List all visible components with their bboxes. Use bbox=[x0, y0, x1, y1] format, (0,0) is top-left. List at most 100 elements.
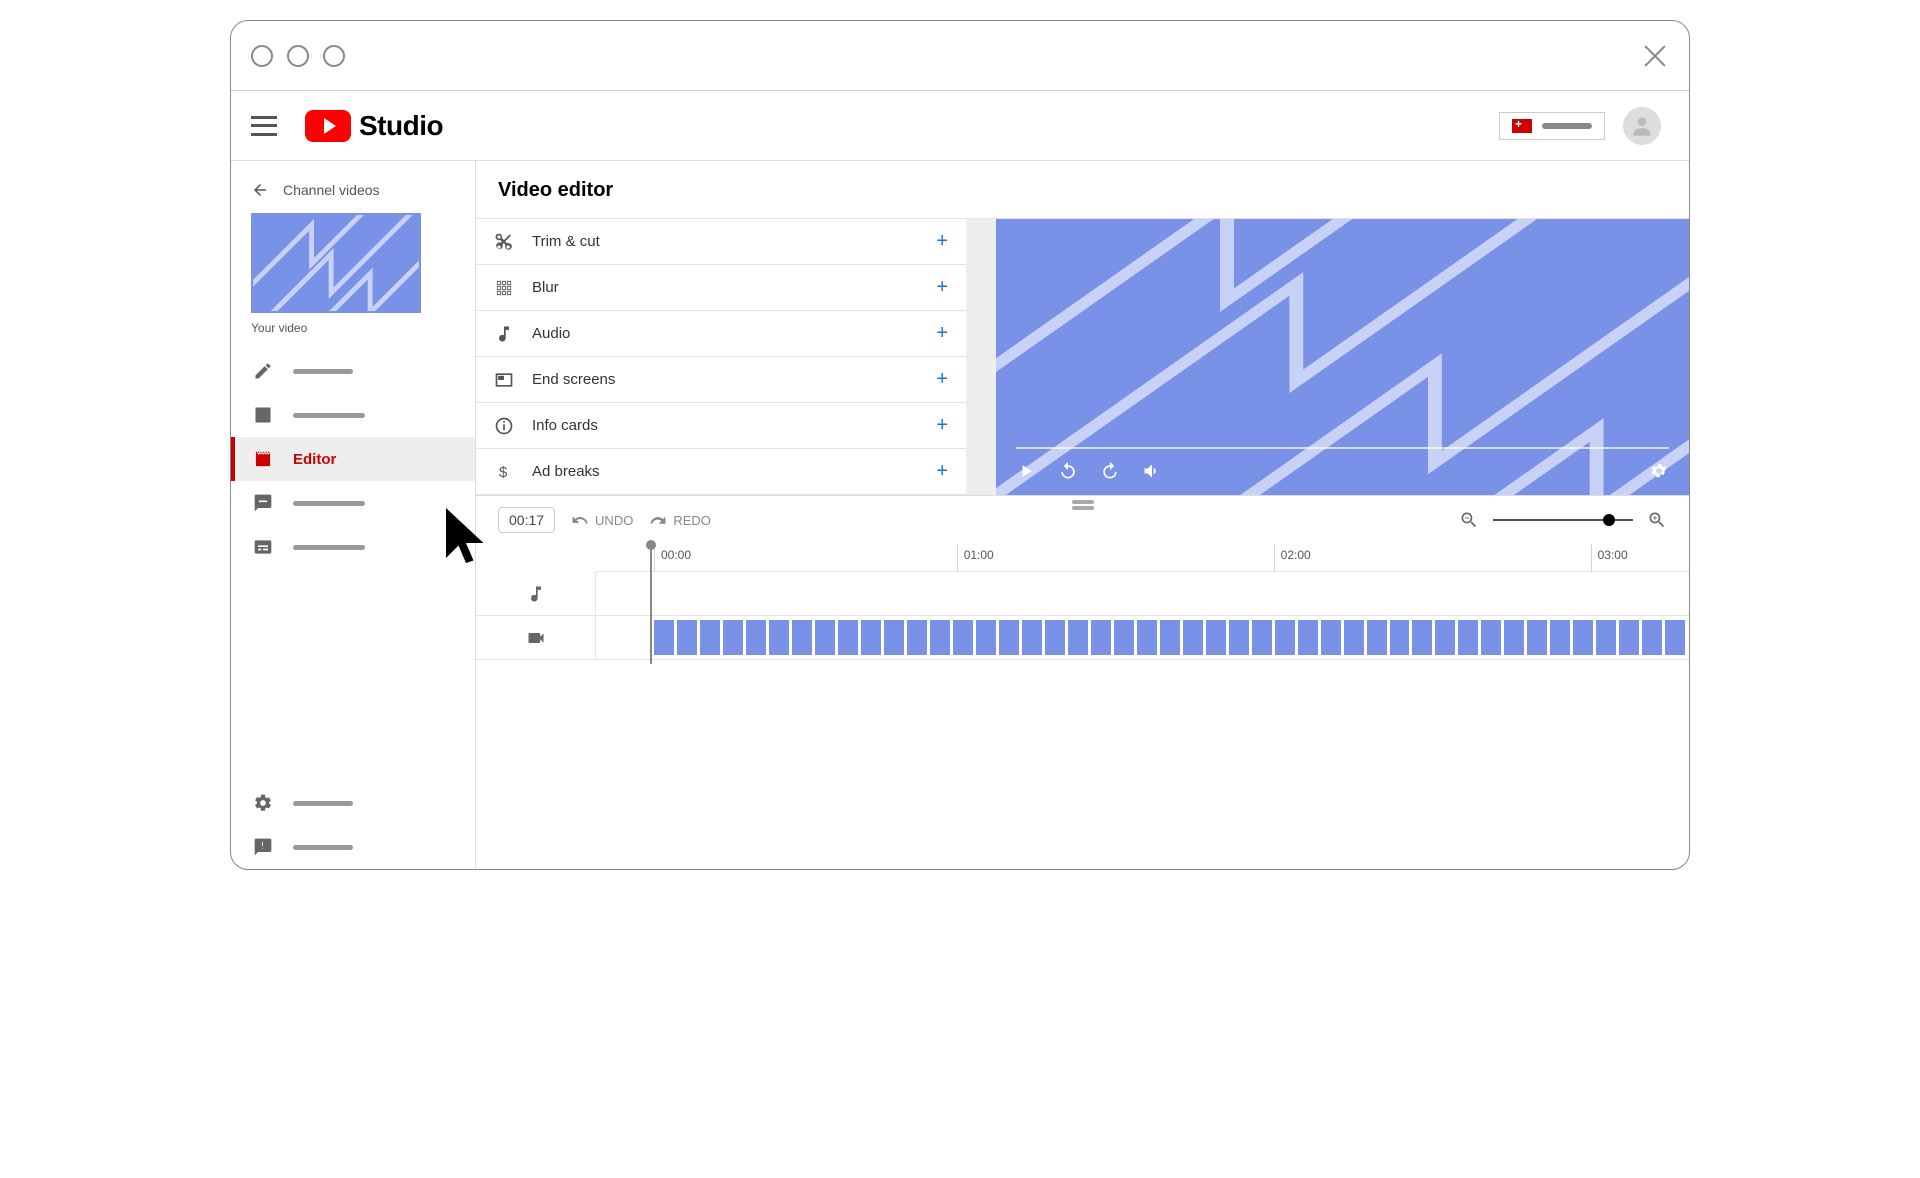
plus-icon[interactable]: + bbox=[936, 414, 948, 437]
sidebar-item-subtitles[interactable] bbox=[231, 525, 475, 569]
clip-segment[interactable] bbox=[1619, 620, 1639, 655]
clip-segment[interactable] bbox=[1665, 620, 1685, 655]
tool-info-cards[interactable]: Info cards + bbox=[476, 403, 966, 449]
create-button[interactable]: + bbox=[1499, 112, 1605, 140]
clip-segment[interactable] bbox=[1458, 620, 1478, 655]
menu-icon[interactable] bbox=[251, 116, 277, 136]
clip-segment[interactable] bbox=[815, 620, 835, 655]
sidebar-item-editor[interactable]: Editor bbox=[231, 437, 475, 481]
clip-segment[interactable] bbox=[907, 620, 927, 655]
back-to-channel-videos[interactable]: Channel videos bbox=[231, 175, 475, 213]
zoom-slider[interactable] bbox=[1493, 519, 1633, 521]
clip-segment[interactable] bbox=[746, 620, 766, 655]
clip-segment[interactable] bbox=[1045, 620, 1065, 655]
clip-segment[interactable] bbox=[976, 620, 996, 655]
sidebar-item-comments[interactable] bbox=[231, 481, 475, 525]
undo-button[interactable]: UNDO bbox=[571, 511, 633, 529]
account-avatar[interactable] bbox=[1623, 107, 1661, 145]
clip-segment[interactable] bbox=[723, 620, 743, 655]
window-control-dot[interactable] bbox=[251, 45, 273, 67]
tool-audio[interactable]: Audio + bbox=[476, 311, 966, 357]
clip-segment[interactable] bbox=[1252, 620, 1272, 655]
plus-icon[interactable]: + bbox=[936, 460, 948, 483]
video-thumbnail[interactable] bbox=[251, 213, 421, 313]
clip-segment[interactable] bbox=[1298, 620, 1318, 655]
clip-segment[interactable] bbox=[1550, 620, 1570, 655]
sidebar-item-details[interactable] bbox=[231, 349, 475, 393]
clip-segment[interactable] bbox=[930, 620, 950, 655]
clip-segment[interactable] bbox=[1504, 620, 1524, 655]
window-control-dot[interactable] bbox=[287, 45, 309, 67]
audio-track[interactable] bbox=[476, 572, 1689, 616]
plus-icon[interactable]: + bbox=[936, 368, 948, 391]
clip-segment[interactable] bbox=[1275, 620, 1295, 655]
sidebar-item-settings[interactable] bbox=[231, 781, 475, 825]
clip-segment[interactable] bbox=[1596, 620, 1616, 655]
plus-icon[interactable]: + bbox=[936, 322, 948, 345]
clip-segment[interactable] bbox=[700, 620, 720, 655]
settings-icon[interactable] bbox=[1649, 461, 1669, 481]
clip-segment[interactable] bbox=[1229, 620, 1249, 655]
clip-segment[interactable] bbox=[677, 620, 697, 655]
plus-icon[interactable]: + bbox=[936, 276, 948, 299]
clip-segment[interactable] bbox=[1321, 620, 1341, 655]
timeline-ruler[interactable]: 00:00 01:00 02:00 03:00 bbox=[596, 544, 1689, 572]
clip-segment[interactable] bbox=[1412, 620, 1432, 655]
window-control-dot[interactable] bbox=[323, 45, 345, 67]
video-track[interactable] bbox=[476, 616, 1689, 660]
svg-text:$: $ bbox=[499, 464, 508, 481]
redo-button[interactable]: REDO bbox=[649, 511, 711, 529]
tool-blur[interactable]: Blur + bbox=[476, 265, 966, 311]
clip-segment[interactable] bbox=[792, 620, 812, 655]
clip-segment[interactable] bbox=[1022, 620, 1042, 655]
clip-segment[interactable] bbox=[953, 620, 973, 655]
playhead[interactable] bbox=[650, 544, 652, 664]
clip-segment[interactable] bbox=[1091, 620, 1111, 655]
clip-segment[interactable] bbox=[1160, 620, 1180, 655]
video-clips[interactable] bbox=[654, 620, 1685, 655]
current-time[interactable]: 00:17 bbox=[498, 507, 555, 533]
sidebar-item-feedback[interactable] bbox=[231, 825, 475, 869]
clip-segment[interactable] bbox=[1367, 620, 1387, 655]
sidebar-item-analytics[interactable] bbox=[231, 393, 475, 437]
tool-trim-cut[interactable]: Trim & cut + bbox=[476, 219, 966, 265]
video-preview[interactable] bbox=[996, 219, 1689, 495]
clip-segment[interactable] bbox=[1435, 620, 1455, 655]
clip-segment[interactable] bbox=[1390, 620, 1410, 655]
replay-10-icon[interactable] bbox=[1058, 461, 1078, 481]
clip-segment[interactable] bbox=[1068, 620, 1088, 655]
brand-logo[interactable]: Studio bbox=[305, 110, 443, 142]
forward-10-icon[interactable] bbox=[1100, 461, 1120, 481]
clip-segment[interactable] bbox=[1642, 620, 1662, 655]
clip-segment[interactable] bbox=[861, 620, 881, 655]
window-titlebar bbox=[231, 21, 1689, 91]
clip-segment[interactable] bbox=[1527, 620, 1547, 655]
clip-segment[interactable] bbox=[999, 620, 1019, 655]
comment-icon bbox=[253, 493, 273, 513]
zoom-in-icon[interactable] bbox=[1647, 510, 1667, 530]
tool-end-screens[interactable]: End screens + bbox=[476, 357, 966, 403]
youtube-icon bbox=[305, 110, 351, 142]
drag-handle-icon[interactable] bbox=[1072, 500, 1094, 504]
music-note-icon bbox=[494, 324, 514, 344]
your-video-label: Your video bbox=[251, 321, 475, 335]
clip-segment[interactable] bbox=[1344, 620, 1364, 655]
clip-segment[interactable] bbox=[1137, 620, 1157, 655]
zoom-out-icon[interactable] bbox=[1459, 510, 1479, 530]
clip-segment[interactable] bbox=[1481, 620, 1501, 655]
clip-segment[interactable] bbox=[884, 620, 904, 655]
clip-segment[interactable] bbox=[1183, 620, 1203, 655]
clip-segment[interactable] bbox=[1114, 620, 1134, 655]
volume-icon[interactable] bbox=[1142, 461, 1162, 481]
clip-segment[interactable] bbox=[769, 620, 789, 655]
close-icon[interactable] bbox=[1641, 42, 1669, 70]
clip-segment[interactable] bbox=[1573, 620, 1593, 655]
clip-segment[interactable] bbox=[1206, 620, 1226, 655]
clip-segment[interactable] bbox=[654, 620, 674, 655]
clip-segment[interactable] bbox=[838, 620, 858, 655]
tool-label: Info cards bbox=[532, 417, 598, 434]
play-icon[interactable] bbox=[1016, 461, 1036, 481]
tool-ad-breaks[interactable]: $ Ad breaks + bbox=[476, 449, 966, 495]
plus-icon[interactable]: + bbox=[936, 230, 948, 253]
progress-bar[interactable] bbox=[1016, 447, 1669, 449]
